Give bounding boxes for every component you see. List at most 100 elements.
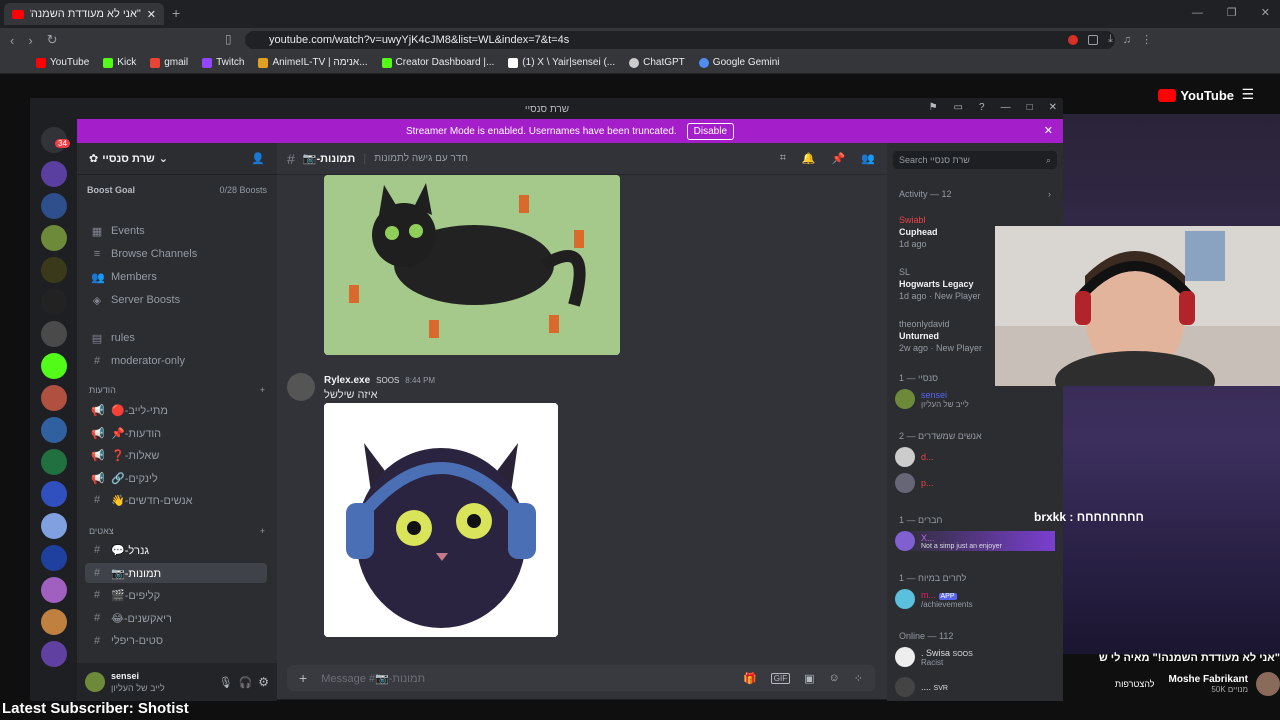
youtube-logo[interactable]: YouTube bbox=[1158, 88, 1234, 103]
music-icon[interactable]: ♫ bbox=[1123, 34, 1131, 46]
server-icon[interactable] bbox=[41, 513, 67, 539]
minimize-icon[interactable]: — bbox=[1001, 102, 1011, 113]
emoji-icon[interactable]: ☺ bbox=[829, 672, 840, 684]
bookmark-item[interactable]: gmail bbox=[150, 57, 188, 68]
bookmark-item[interactable]: Google Gemini bbox=[698, 57, 780, 68]
server-icon[interactable] bbox=[41, 385, 67, 411]
member-item[interactable]: d... bbox=[895, 447, 1055, 467]
attachment-image[interactable] bbox=[324, 175, 620, 355]
menu-icon[interactable]: ⋮ bbox=[1141, 33, 1152, 46]
url-field[interactable]: youtube.com/watch?v=uwyYjK4cJM8&list=WL&… bbox=[245, 31, 1115, 49]
member-item[interactable]: sensei לייב של העליון bbox=[895, 389, 1055, 409]
bookmark-item[interactable]: Creator Dashboard |... bbox=[381, 57, 494, 68]
pin-icon[interactable]: 📌 bbox=[832, 152, 846, 165]
server-icon[interactable] bbox=[41, 193, 67, 219]
server-icon[interactable] bbox=[41, 417, 67, 443]
channel-item[interactable]: # 💬-גנרל bbox=[85, 540, 267, 560]
inbox-icon[interactable]: ⚑ bbox=[929, 102, 938, 113]
server-icon[interactable] bbox=[41, 161, 67, 187]
close-banner-icon[interactable]: ✕ bbox=[1044, 124, 1053, 137]
channel-item-active[interactable]: # 📷-תמונות bbox=[85, 563, 267, 583]
download-icon[interactable]: ⤓ bbox=[1108, 33, 1113, 46]
reload-icon[interactable]: ↻ bbox=[47, 32, 58, 48]
close-icon[interactable]: ✕ bbox=[1049, 102, 1057, 113]
server-icon[interactable] bbox=[41, 577, 67, 603]
minimize-icon[interactable]: — bbox=[1192, 7, 1203, 19]
new-tab-button[interactable]: + bbox=[172, 5, 180, 21]
server-icon[interactable] bbox=[41, 545, 67, 571]
member-item[interactable]: X... Not a simp just an enjoyer bbox=[895, 531, 1055, 551]
forward-icon[interactable]: › bbox=[28, 33, 32, 48]
puzzle-icon[interactable] bbox=[1088, 34, 1098, 45]
apps-icon[interactable]: ⁘ bbox=[854, 672, 863, 685]
server-icon[interactable] bbox=[41, 641, 67, 667]
extension-icon[interactable] bbox=[1068, 34, 1078, 45]
help-icon[interactable]: ? bbox=[979, 102, 985, 113]
menu-server-boosts[interactable]: ◈ Server Boosts bbox=[85, 290, 267, 310]
member-item[interactable]: p... bbox=[895, 473, 1055, 493]
server-icon[interactable] bbox=[41, 257, 67, 283]
channel-rules[interactable]: ▤ rules bbox=[85, 328, 267, 348]
bookmark-item[interactable]: (1) X \ Yair|sensei (... bbox=[508, 57, 615, 68]
server-icon[interactable] bbox=[41, 225, 67, 251]
back-icon[interactable]: ‹ bbox=[10, 33, 14, 48]
search-input[interactable]: Search שרת סנסיי ⌕ bbox=[893, 151, 1057, 169]
attachment-image[interactable] bbox=[324, 403, 558, 637]
channel-item[interactable]: 📢 🔴-מתי-לייב bbox=[85, 400, 267, 420]
bookmark-item[interactable]: Twitch bbox=[202, 57, 244, 68]
sticker-icon[interactable]: ▣ bbox=[804, 672, 814, 685]
tab-close-icon[interactable]: ✕ bbox=[147, 8, 156, 21]
bell-icon[interactable]: 🔔 bbox=[802, 152, 816, 165]
gift-icon[interactable]: 🎁 bbox=[743, 672, 757, 685]
bookmark-page-icon[interactable]: ▯ bbox=[225, 32, 232, 46]
server-icon[interactable] bbox=[41, 289, 67, 315]
invite-icon[interactable]: 👤 bbox=[251, 152, 265, 165]
bookmark-item[interactable]: Kick bbox=[103, 57, 136, 68]
settings-icon[interactable]: ⚙ bbox=[258, 675, 269, 689]
boost-goal[interactable]: Boost Goal 0/28 Boosts bbox=[87, 185, 267, 195]
channel-item[interactable]: 📢 ❓-שאלות bbox=[85, 445, 267, 465]
menu-members[interactable]: 👥 Members bbox=[85, 267, 267, 287]
bookmark-item[interactable]: AnimeIL-TV | אנימה... bbox=[258, 57, 368, 68]
headphones-icon[interactable]: 🎧 bbox=[239, 676, 253, 689]
member-item[interactable]: .... SVR bbox=[895, 677, 1055, 697]
add-attachment-icon[interactable]: + bbox=[299, 670, 307, 686]
member-item[interactable]: . Swisa SOOS Racist bbox=[895, 647, 1055, 667]
screen-icon[interactable]: ▭ bbox=[954, 102, 963, 113]
hamburger-menu-icon[interactable]: ☰ bbox=[1241, 86, 1254, 103]
channel-name[interactable]: Moshe Fabrikant bbox=[1169, 674, 1248, 685]
server-icon[interactable] bbox=[41, 353, 67, 379]
channel-avatar[interactable] bbox=[1256, 672, 1280, 696]
maximize-icon[interactable]: □ bbox=[1027, 102, 1033, 113]
channel-item[interactable]: # 🎬-קליפים bbox=[85, 585, 267, 605]
add-channel-icon[interactable]: + bbox=[260, 385, 265, 395]
bookmark-item[interactable]: YouTube bbox=[36, 57, 89, 68]
server-icon[interactable] bbox=[41, 321, 67, 347]
category-header[interactable]: הודעות + bbox=[89, 385, 265, 395]
channel-item[interactable]: # סטים-ריפלי bbox=[85, 631, 267, 651]
server-icon[interactable] bbox=[41, 609, 67, 635]
channel-item[interactable]: # 👋-אנשים-חדשים bbox=[85, 490, 267, 510]
bookmark-item[interactable]: ChatGPT bbox=[629, 57, 685, 68]
avatar[interactable] bbox=[85, 672, 105, 692]
add-channel-icon[interactable]: + bbox=[260, 526, 265, 536]
microphone-icon[interactable]: 🎙 bbox=[219, 676, 233, 689]
member-list-icon[interactable]: 👥 bbox=[861, 152, 875, 165]
message-input[interactable]: + Message #📷-תמונות 🎁 GIF ▣ ☺ ⁘ bbox=[287, 665, 875, 691]
message-author[interactable]: Rylex.exe bbox=[324, 375, 370, 386]
channel-item[interactable]: # 😂-ריאקשנים bbox=[85, 608, 267, 628]
channel-item[interactable]: 📢 🔗-לינקים bbox=[85, 468, 267, 488]
maximize-icon[interactable]: ❐ bbox=[1227, 6, 1237, 19]
channel-item[interactable]: 📢 📌-הודעות bbox=[85, 423, 267, 443]
disable-button[interactable]: Disable bbox=[686, 122, 735, 140]
gif-icon[interactable]: GIF bbox=[770, 672, 791, 684]
member-item[interactable]: m... APP/achievements bbox=[895, 589, 1055, 609]
avatar[interactable] bbox=[287, 373, 315, 401]
menu-browse-channels[interactable]: ≡ Browse Channels bbox=[85, 244, 267, 264]
subscribe-button[interactable]: להצטרפות bbox=[1109, 677, 1161, 691]
activity-header[interactable]: Activity — 12 › bbox=[899, 189, 1051, 199]
video-title[interactable]: "אני לא מעודדת השמנה!" מאיה לי ש bbox=[1062, 652, 1280, 664]
channel-moderator-only[interactable]: # moderator-only bbox=[85, 351, 267, 371]
close-window-icon[interactable]: ✕ bbox=[1261, 6, 1270, 19]
threads-icon[interactable]: ⌗ bbox=[780, 152, 786, 165]
